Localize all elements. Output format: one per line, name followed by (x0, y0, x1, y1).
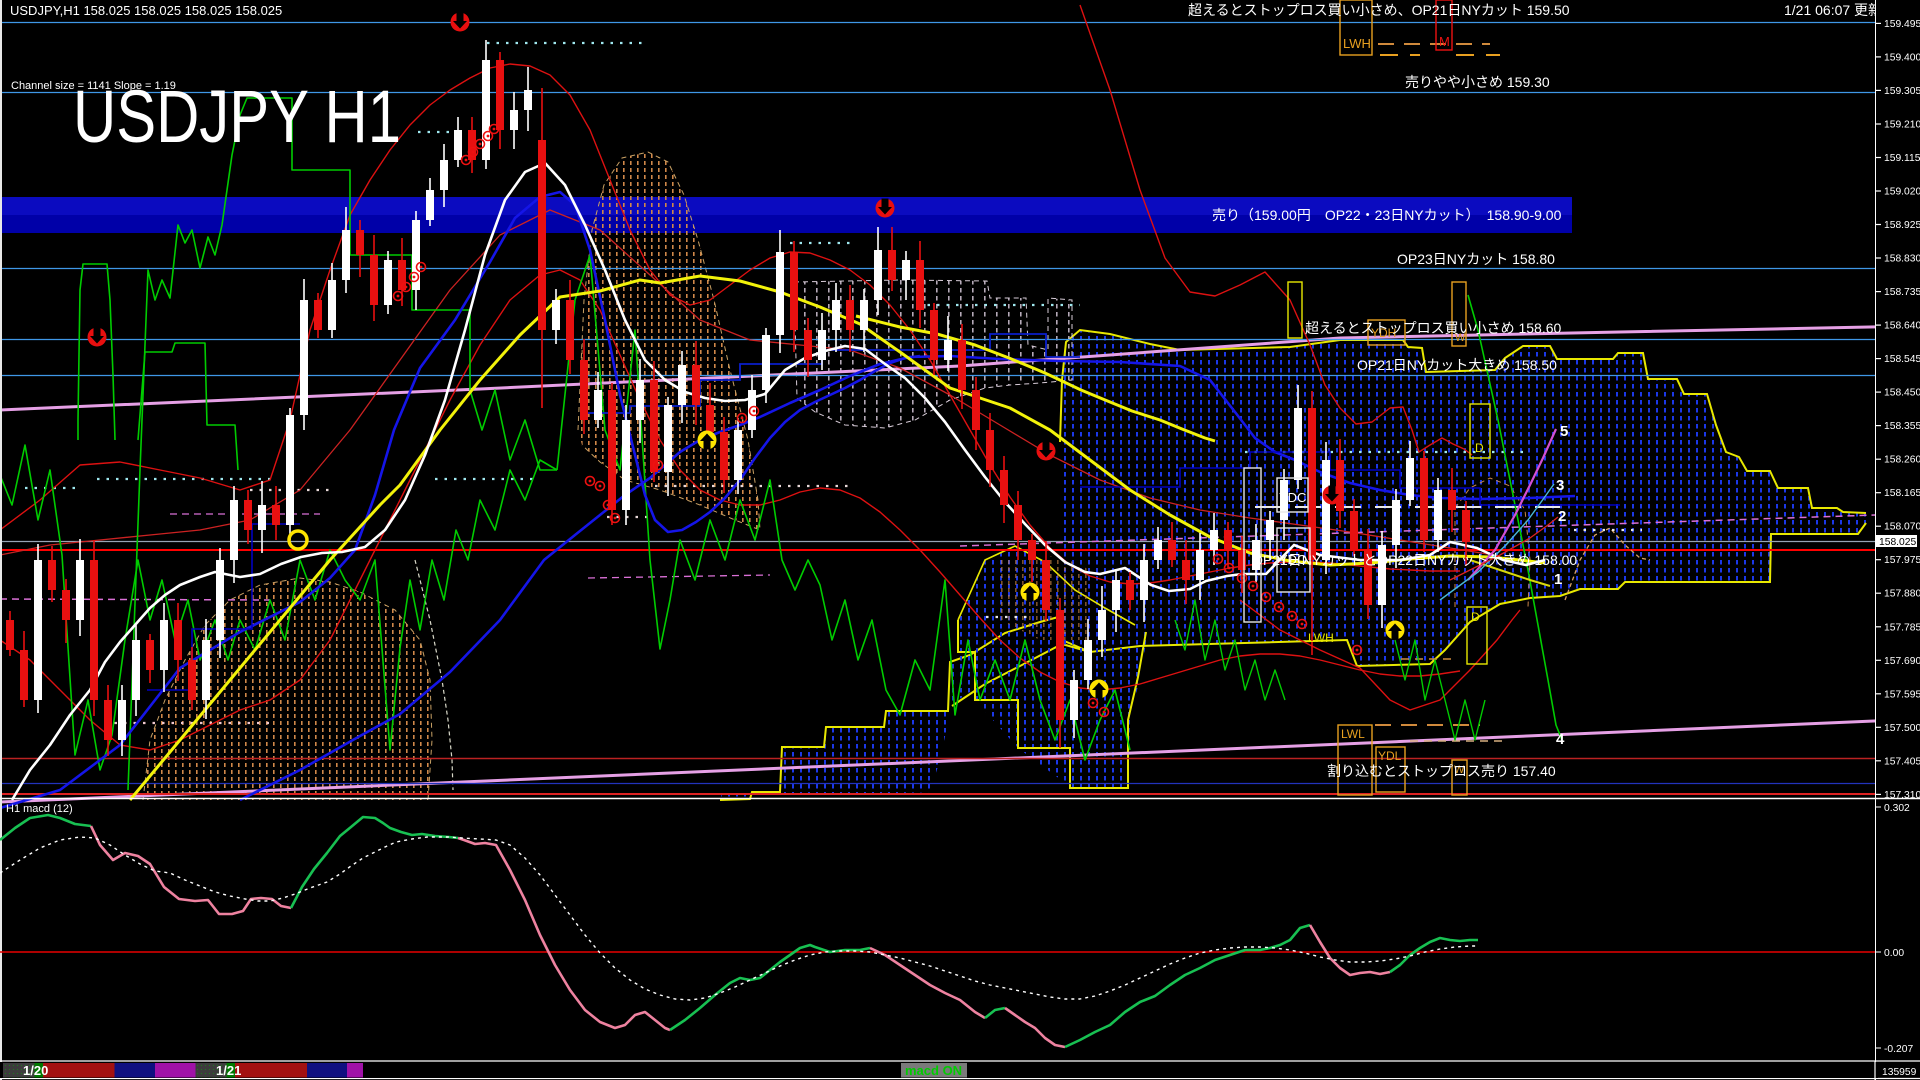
svg-text:157.595: 157.595 (1884, 689, 1920, 700)
svg-text:159.020: 159.020 (1884, 187, 1920, 198)
svg-text:158.070: 158.070 (1884, 522, 1920, 533)
svg-text:157.500: 157.500 (1884, 723, 1920, 734)
svg-text:売りやや小さめ 159.30: 売りやや小さめ 159.30 (1405, 74, 1550, 90)
svg-text:0.302: 0.302 (1884, 803, 1910, 814)
svg-text:M: M (1439, 34, 1450, 49)
svg-text:YDC: YDC (1279, 490, 1306, 505)
svg-text:158.025: 158.025 (1879, 537, 1916, 548)
svg-text:158.165: 158.165 (1884, 488, 1920, 499)
svg-text:158.450: 158.450 (1884, 388, 1920, 399)
svg-text:158.260: 158.260 (1884, 455, 1920, 466)
svg-text:157.880: 157.880 (1884, 589, 1920, 600)
svg-text:OP21日NYカットとOP22日NYカット大きめ 158.0: OP21日NYカットとOP22日NYカット大きめ 158.00 (1252, 552, 1577, 568)
svg-text:158.925: 158.925 (1884, 220, 1920, 231)
svg-text:159.495: 159.495 (1884, 19, 1920, 30)
svg-text:1/21 06:07 更新: 1/21 06:07 更新 (1784, 2, 1882, 18)
svg-text:OP21日NYカット大きめ 158.50: OP21日NYカット大きめ 158.50 (1357, 357, 1557, 373)
svg-text:159.115: 159.115 (1884, 153, 1920, 164)
svg-text:H1 macd (12): H1 macd (12) (6, 803, 73, 815)
svg-text:1/20: 1/20 (23, 1063, 48, 1078)
svg-text:159.210: 159.210 (1884, 120, 1920, 131)
svg-text:158.640: 158.640 (1884, 321, 1920, 332)
svg-text:159.400: 159.400 (1884, 52, 1920, 63)
svg-text:D: D (1471, 610, 1480, 624)
svg-text:158.545: 158.545 (1884, 354, 1920, 365)
svg-text:1/21: 1/21 (216, 1063, 241, 1078)
svg-text:割り込むとストップロス売り 157.40: 割り込むとストップロス売り 157.40 (1327, 763, 1556, 779)
svg-text:OP23日NYカット 158.80: OP23日NYカット 158.80 (1397, 251, 1555, 267)
svg-text:158.830: 158.830 (1884, 254, 1920, 265)
svg-text:売り（159.00円 OP22・23日NYカット） 158.: 売り（159.00円 OP22・23日NYカット） 158.90-9.00 (1212, 207, 1562, 223)
svg-text:D: D (1475, 441, 1484, 455)
svg-text:157.690: 157.690 (1884, 656, 1920, 667)
svg-text:-0.207: -0.207 (1884, 1044, 1913, 1055)
svg-text:0.00: 0.00 (1884, 948, 1904, 959)
svg-text:157.405: 157.405 (1884, 756, 1920, 767)
svg-text:157.975: 157.975 (1884, 555, 1920, 566)
svg-text:158.355: 158.355 (1884, 421, 1920, 432)
svg-text:LWL: LWL (1341, 727, 1365, 741)
svg-text:4: 4 (1556, 731, 1565, 748)
svg-text:1: 1 (1554, 571, 1562, 588)
svg-text:USDJPY,H1 158.025 158.025 158: USDJPY,H1 158.025 158.025 158.025 158.02… (10, 3, 282, 18)
svg-text:159.305: 159.305 (1884, 86, 1920, 97)
svg-text:158.735: 158.735 (1884, 287, 1920, 298)
svg-text:5: 5 (1560, 423, 1568, 440)
svg-text:135959: 135959 (1882, 1067, 1917, 1078)
svg-text:超えるとストップロス買い小さめ 158.60: 超えるとストップロス買い小さめ 158.60 (1305, 320, 1562, 336)
svg-text:3: 3 (1556, 477, 1564, 494)
svg-text:2: 2 (1558, 508, 1566, 525)
svg-text:USDJPY H1: USDJPY H1 (73, 75, 401, 158)
svg-text:157.785: 157.785 (1884, 622, 1920, 633)
svg-text:YDL: YDL (1378, 749, 1402, 763)
svg-text:macd ON: macd ON (905, 1063, 962, 1078)
svg-text:LWH: LWH (1343, 36, 1371, 51)
svg-text:超えるとストップロス買い小さめ、OP21日NYカット 159: 超えるとストップロス買い小さめ、OP21日NYカット 159.50 (1188, 2, 1570, 18)
svg-text:LWH: LWH (1308, 631, 1334, 645)
